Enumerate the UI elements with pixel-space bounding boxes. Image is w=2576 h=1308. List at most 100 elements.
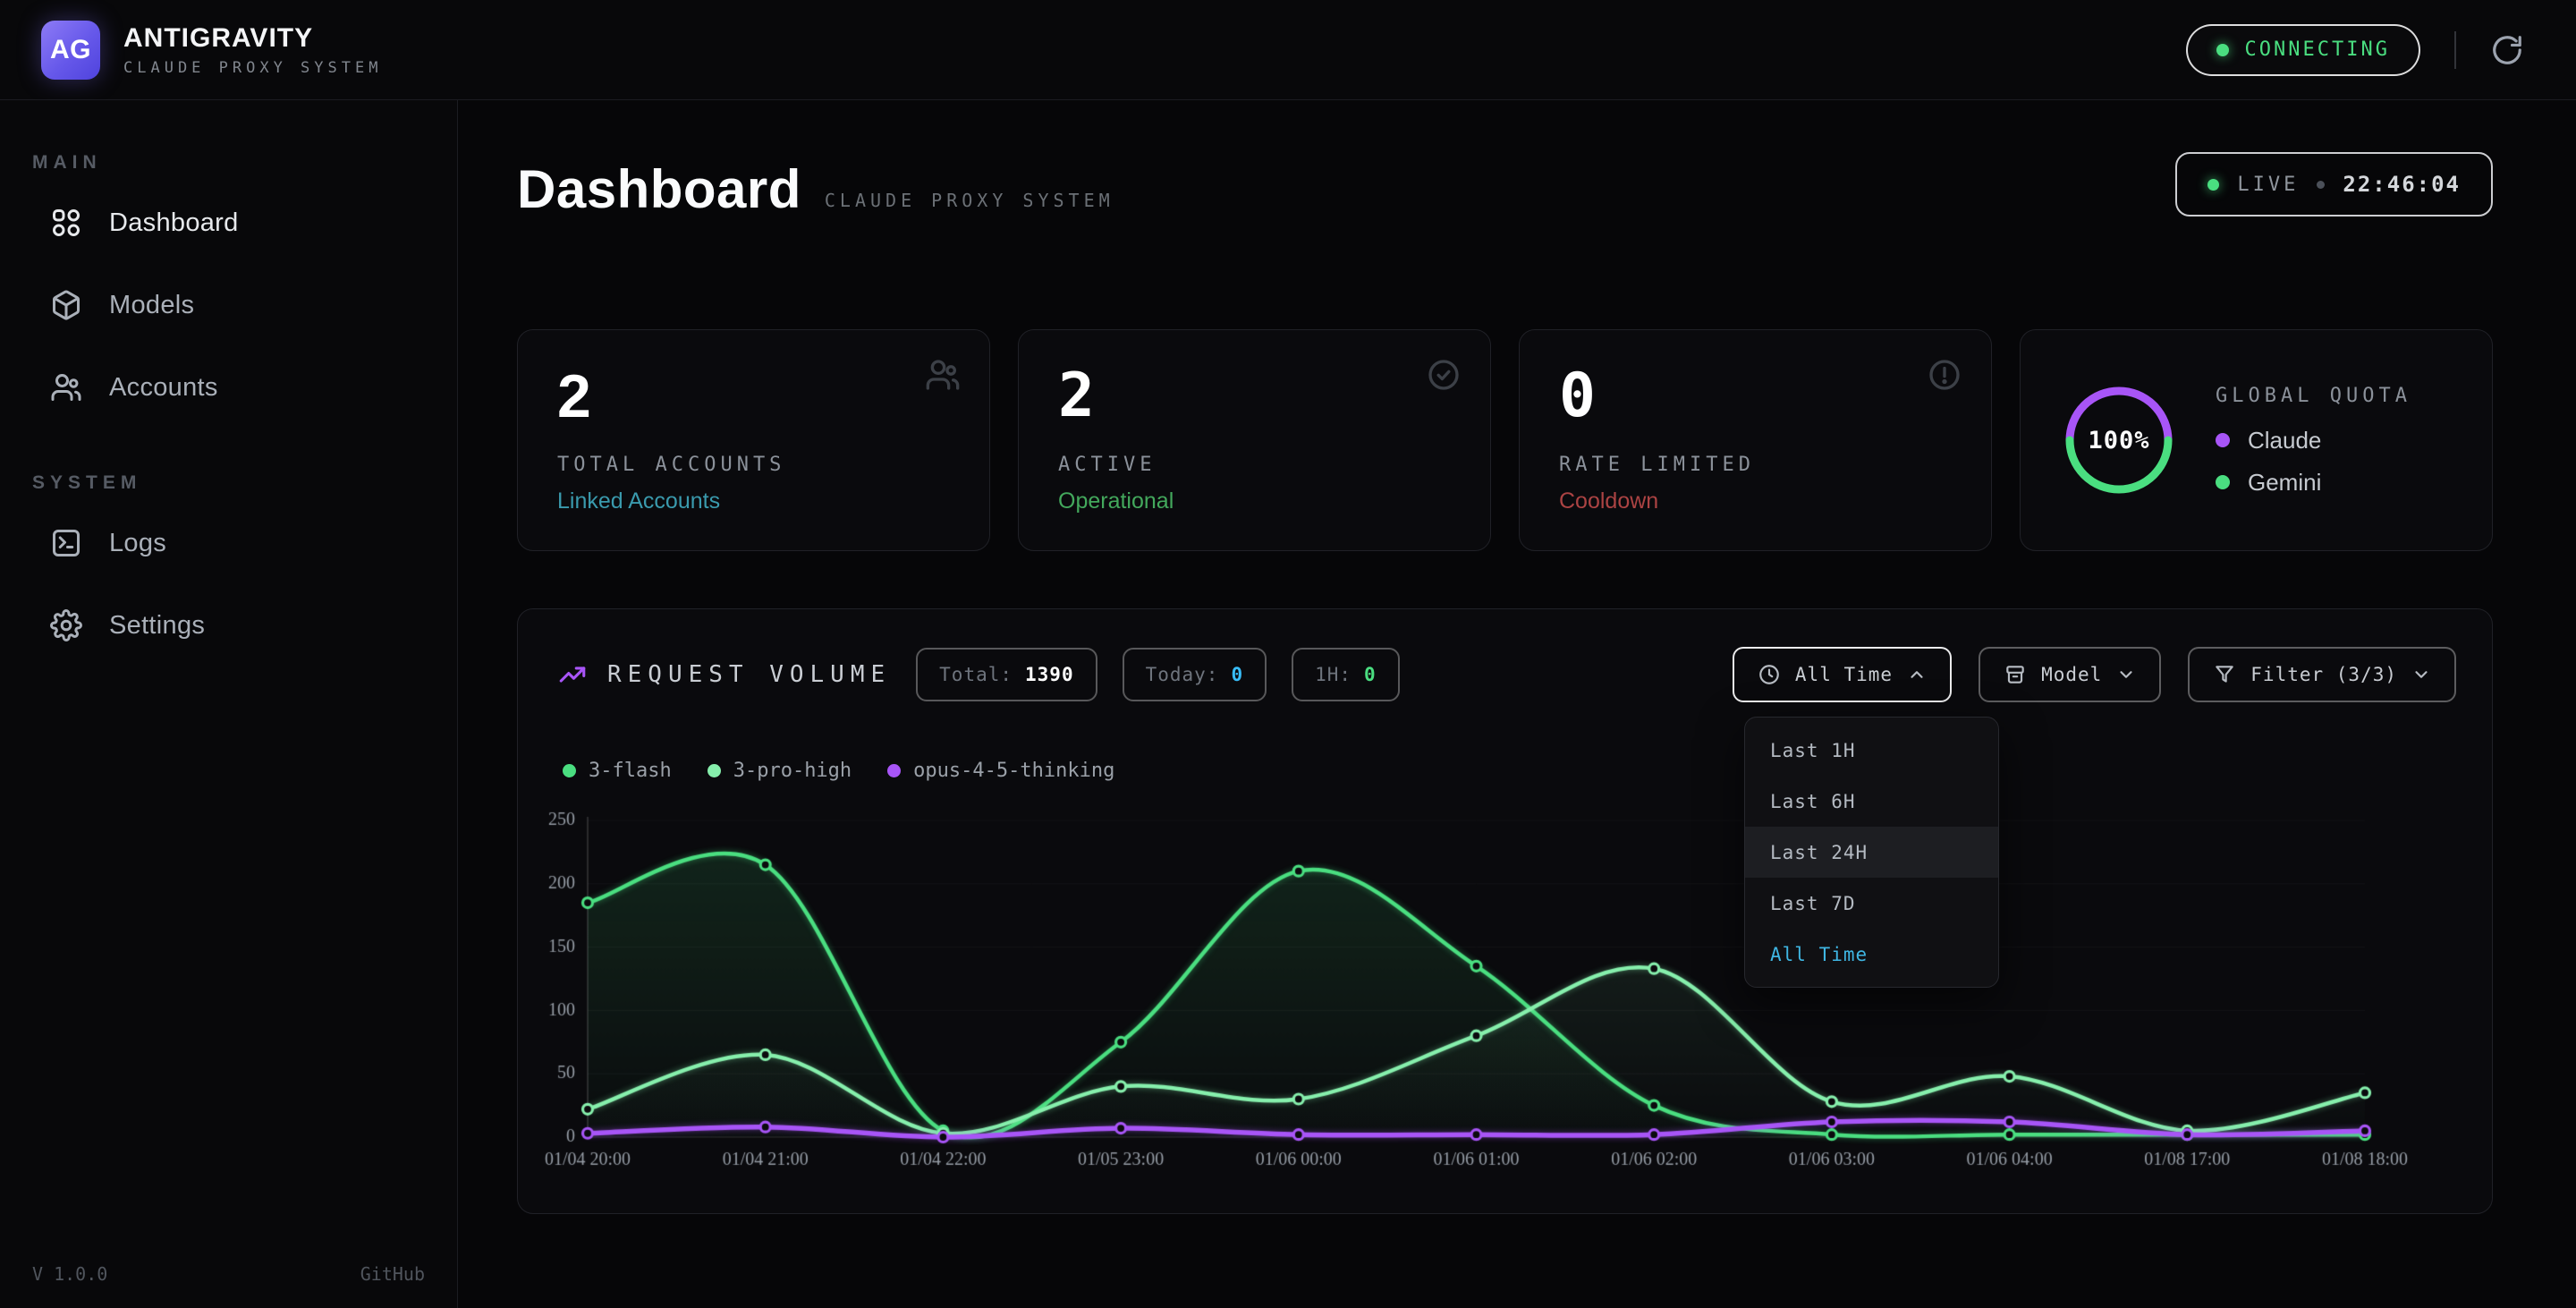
card-rate-limited: 0 RATE LIMITED Cooldown — [1519, 329, 1992, 551]
legend-opus-4-5-thinking: opus-4-5-thinking — [887, 760, 1114, 782]
hour-chip-label: 1H: — [1315, 664, 1352, 685]
chart-legend: 3-flash 3-pro-high opus-4-5-thinking — [563, 760, 1114, 782]
time-range-dropdown-button[interactable]: All Time — [1733, 647, 1952, 702]
users-icon — [50, 371, 82, 403]
sidebar-item-dashboard[interactable]: Dashboard — [16, 190, 441, 256]
total-chip: Total: 1390 — [916, 648, 1097, 701]
live-status-badge: LIVE 22:46:04 — [2175, 152, 2493, 217]
menu-item-last-24h[interactable]: Last 24H — [1745, 827, 1998, 878]
top-bar: AG ANTIGRAVITY CLAUDE PROXY SYSTEM CONNE… — [0, 0, 2576, 100]
clock-icon — [1758, 663, 1781, 686]
check-circle-icon — [1426, 357, 1462, 393]
card-active: 2 ACTIVE Operational — [1018, 329, 1491, 551]
stat-value: 2 — [1058, 366, 1451, 427]
sidebar-label-logs: Logs — [109, 529, 166, 558]
grid-icon — [50, 207, 82, 239]
cube-icon — [50, 289, 82, 321]
terminal-icon — [50, 527, 82, 559]
main-content: Dashboard CLAUDE PROXY SYSTEM LIVE 22:46… — [458, 100, 2576, 1308]
filter-dropdown-button[interactable]: Filter (3/3) — [2188, 647, 2456, 702]
quota-label: GLOBAL QUOTA — [2216, 385, 2411, 407]
model-value: Model — [2041, 664, 2102, 685]
sidebar-label-settings: Settings — [109, 611, 205, 641]
app-title: ANTIGRAVITY — [123, 23, 382, 54]
request-volume-panel: REQUEST VOLUME Total: 1390 Today: 0 1H: … — [517, 608, 2493, 1214]
legend-label-3-pro-high: 3-pro-high — [733, 760, 852, 782]
trending-up-icon — [557, 659, 588, 690]
app-version: V 1.0.0 — [32, 1263, 107, 1285]
today-chip-value: 0 — [1231, 664, 1243, 685]
legend-dot-opus — [887, 764, 901, 777]
model-dropdown-button[interactable]: Model — [1979, 647, 2161, 702]
app-logo: AG — [41, 21, 100, 80]
live-dot — [2207, 179, 2219, 191]
time-range-menu: Last 1H Last 6H Last 24H Last 7D All Tim… — [1744, 717, 1999, 988]
legend-label-opus: opus-4-5-thinking — [913, 760, 1114, 782]
connection-status-label: CONNECTING — [2245, 38, 2390, 61]
stat-label: ACTIVE — [1058, 454, 1451, 476]
users-icon — [925, 357, 961, 393]
topbar-divider — [2454, 31, 2456, 69]
sidebar-section-system: SYSTEM — [32, 472, 457, 494]
app-screen: AG ANTIGRAVITY CLAUDE PROXY SYSTEM CONNE… — [0, 0, 2576, 1308]
page-subtitle: CLAUDE PROXY SYSTEM — [825, 190, 1114, 211]
total-chip-label: Total: — [939, 664, 1013, 685]
menu-item-last-1h[interactable]: Last 1H — [1745, 725, 1998, 776]
legend-3-pro-high: 3-pro-high — [708, 760, 852, 782]
separator-dot — [2317, 181, 2325, 189]
legend-3-flash: 3-flash — [563, 760, 672, 782]
sidebar-item-settings[interactable]: Settings — [16, 592, 441, 658]
page-title: Dashboard — [517, 158, 801, 220]
legend-dot-3-pro-high — [708, 764, 721, 777]
sidebar-item-models[interactable]: Models — [16, 272, 441, 338]
gear-icon — [50, 609, 82, 641]
live-clock: 22:46:04 — [2343, 172, 2461, 197]
today-chip: Today: 0 — [1123, 648, 1267, 701]
quota-donut: 100% — [2060, 381, 2178, 499]
hour-chip: 1H: 0 — [1292, 648, 1400, 701]
refresh-icon[interactable] — [2490, 33, 2524, 67]
menu-item-last-6h[interactable]: Last 6H — [1745, 776, 1998, 827]
request-volume-chart[interactable] — [536, 804, 2450, 1189]
card-global-quota: 100% GLOBAL QUOTA Claude Gemini — [2020, 329, 2493, 551]
card-total-accounts: 2 TOTAL ACCOUNTS Linked Accounts — [517, 329, 990, 551]
archive-box-icon — [2004, 663, 2027, 686]
live-label: LIVE — [2237, 174, 2299, 196]
stat-label: RATE LIMITED — [1559, 454, 1952, 476]
sidebar-item-accounts[interactable]: Accounts — [16, 354, 441, 420]
stat-value: 2 — [557, 366, 950, 427]
sidebar: MAIN Dashboard Models — [0, 100, 458, 1308]
time-range-value: All Time — [1795, 664, 1893, 685]
menu-item-all-time[interactable]: All Time — [1745, 929, 1998, 980]
total-chip-value: 1390 — [1025, 664, 1074, 685]
chevron-down-icon — [2411, 665, 2431, 684]
hour-chip-value: 0 — [1364, 664, 1377, 685]
sidebar-section-main: MAIN — [32, 152, 457, 174]
stat-sub: Linked Accounts — [557, 488, 950, 514]
stat-value: 0 — [1559, 366, 1952, 427]
github-link[interactable]: GitHub — [360, 1263, 425, 1285]
quota-percent: 100% — [2060, 381, 2178, 499]
chevron-up-icon — [1907, 665, 1927, 684]
sidebar-label-accounts: Accounts — [109, 373, 218, 403]
stat-label: TOTAL ACCOUNTS — [557, 454, 950, 476]
funnel-icon — [2213, 663, 2236, 686]
stat-sub: Cooldown — [1559, 488, 1952, 514]
chart-title: REQUEST VOLUME — [607, 661, 891, 688]
claude-label: Claude — [2248, 427, 2321, 454]
alert-circle-icon — [1927, 357, 1962, 393]
sidebar-label-dashboard: Dashboard — [109, 208, 239, 238]
gemini-label: Gemini — [2248, 469, 2321, 497]
quota-legend-gemini: Gemini — [2216, 469, 2411, 497]
chevron-down-icon — [2116, 665, 2136, 684]
legend-dot-3-flash — [563, 764, 576, 777]
quota-legend-claude: Claude — [2216, 427, 2411, 454]
connection-status-badge: CONNECTING — [2186, 24, 2420, 76]
sidebar-item-logs[interactable]: Logs — [16, 510, 441, 576]
sidebar-label-models: Models — [109, 291, 194, 320]
today-chip-label: Today: — [1146, 664, 1219, 685]
gemini-dot — [2216, 475, 2230, 489]
filter-value: Filter (3/3) — [2250, 664, 2397, 685]
menu-item-last-7d[interactable]: Last 7D — [1745, 878, 1998, 929]
claude-dot — [2216, 433, 2230, 447]
